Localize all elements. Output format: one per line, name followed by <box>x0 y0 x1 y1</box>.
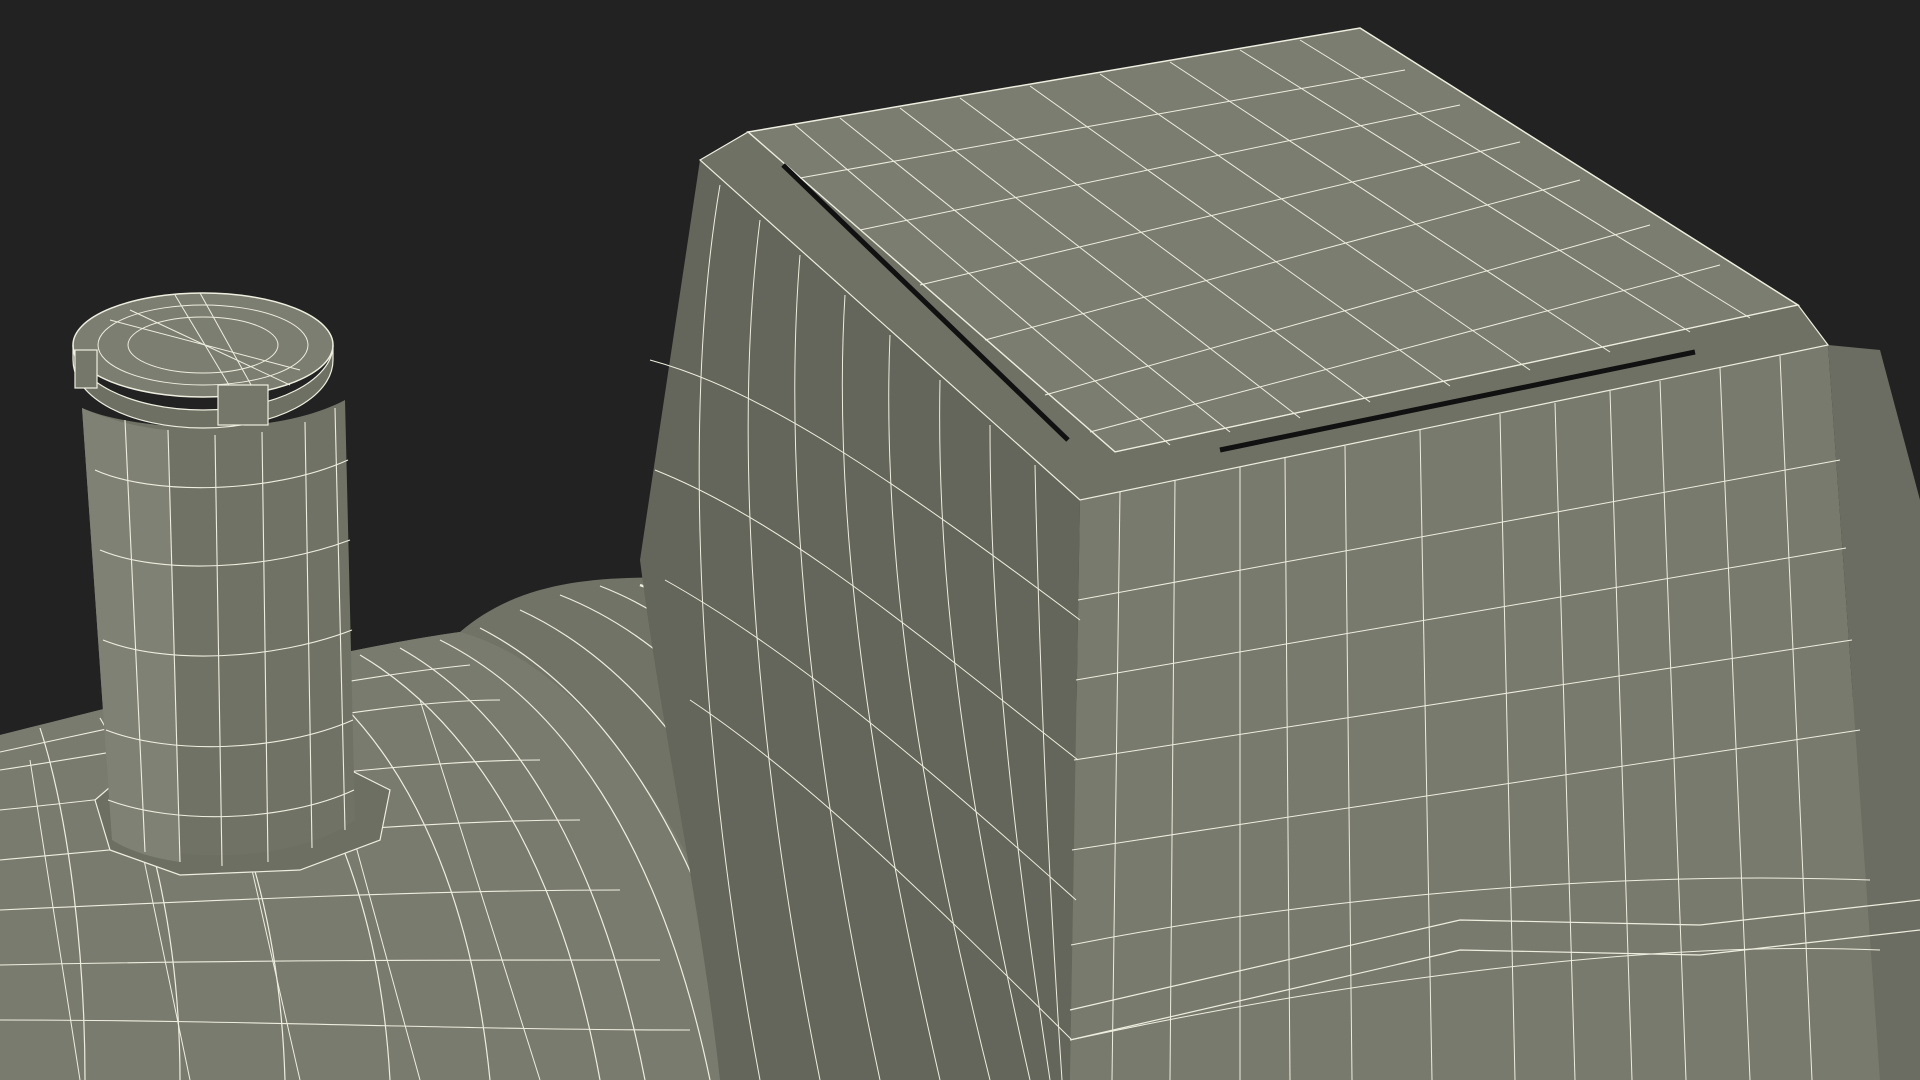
vent-pipe-cap-tab <box>217 384 269 426</box>
vent-pipe-cap-tab-left <box>74 349 98 389</box>
render-viewport <box>0 0 1920 1080</box>
vent-pipe-cap <box>72 292 334 398</box>
